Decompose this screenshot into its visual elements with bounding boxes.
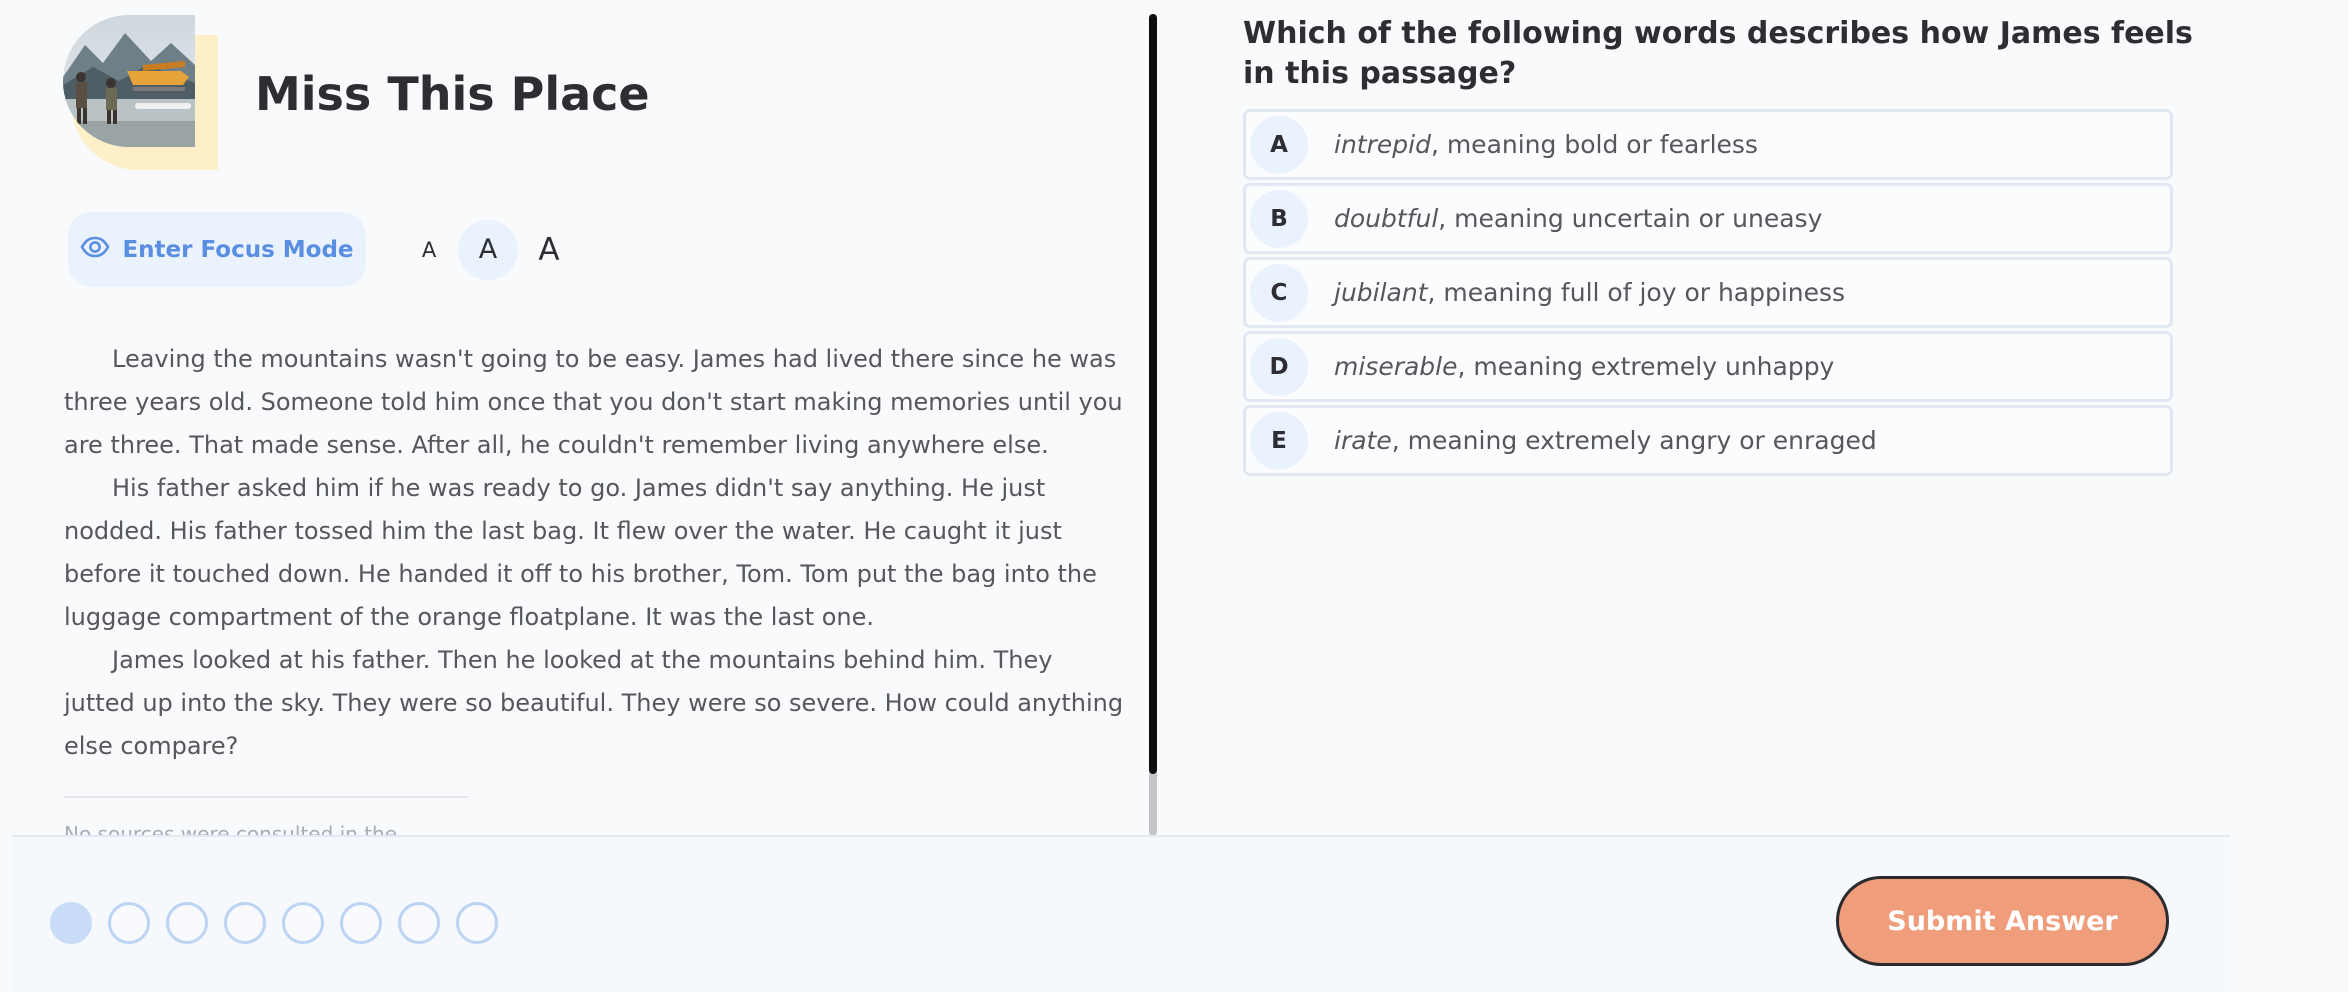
focus-mode-button[interactable]: Enter Focus Mode — [68, 212, 366, 287]
passage-text: Leaving the mountains wasn't going to be… — [64, 338, 1124, 768]
option-meaning: , meaning extremely unhappy — [1457, 352, 1835, 381]
font-size-selector: A A A — [406, 219, 574, 280]
answer-option-c[interactable]: C jubilant, meaning full of joy or happi… — [1243, 257, 2173, 328]
option-text: irate, meaning extremely angry or enrage… — [1334, 426, 1877, 455]
option-word: irate — [1334, 426, 1392, 455]
option-word: jubilant — [1334, 278, 1428, 307]
story-thumbnail — [63, 15, 218, 170]
source-note: No sources were consulted in the — [64, 822, 398, 835]
answer-option-e[interactable]: E irate, meaning extremely angry or enra… — [1243, 405, 2173, 476]
option-text: miserable, meaning extremely unhappy — [1334, 352, 1834, 381]
option-meaning: , meaning uncertain or uneasy — [1438, 204, 1823, 233]
font-size-large-button[interactable]: A — [524, 220, 574, 280]
progress-dot[interactable] — [340, 902, 382, 944]
option-word: doubtful — [1334, 204, 1439, 233]
answer-options: A intrepid, meaning bold or fearless B d… — [1243, 109, 2173, 479]
question-footer: Submit Answer — [12, 835, 2230, 992]
option-word: miserable — [1334, 352, 1458, 381]
story-header: Miss This Place — [63, 15, 963, 170]
answer-option-b[interactable]: B doubtful, meaning uncertain or uneasy — [1243, 183, 2173, 254]
font-size-medium-button[interactable]: A — [458, 219, 518, 280]
option-text: doubtful, meaning uncertain or uneasy — [1334, 204, 1822, 233]
passage-paragraph: James looked at his father. Then he look… — [64, 646, 1124, 760]
option-letter: D — [1250, 337, 1308, 396]
reading-toolbar: Enter Focus Mode A A A — [68, 212, 574, 287]
source-divider — [64, 796, 468, 798]
option-meaning: , meaning bold or fearless — [1430, 130, 1758, 159]
answer-option-a[interactable]: A intrepid, meaning bold or fearless — [1243, 109, 2173, 180]
passage-paragraph: His father asked him if he was ready to … — [64, 474, 1097, 631]
option-meaning: , meaning extremely angry or enraged — [1391, 426, 1877, 455]
progress-dot[interactable] — [456, 902, 498, 944]
option-letter: C — [1250, 263, 1308, 322]
passage-paragraph: Leaving the mountains wasn't going to be… — [64, 345, 1123, 459]
progress-dot[interactable] — [166, 902, 208, 944]
passage-scrollbar[interactable] — [1149, 14, 1157, 836]
question-text: Which of the following words describes h… — [1243, 16, 2193, 91]
progress-dot[interactable] — [108, 902, 150, 944]
font-size-small-button[interactable]: A — [406, 220, 452, 280]
option-letter: E — [1250, 411, 1308, 470]
progress-dot[interactable] — [224, 902, 266, 944]
scrollbar-thumb[interactable] — [1149, 14, 1157, 774]
progress-dot[interactable] — [282, 902, 324, 944]
option-word: intrepid — [1334, 130, 1431, 159]
option-text: intrepid, meaning bold or fearless — [1334, 130, 1758, 159]
option-meaning: , meaning full of joy or happiness — [1427, 278, 1846, 307]
option-letter: A — [1250, 115, 1308, 174]
submit-answer-button[interactable]: Submit Answer — [1836, 876, 2169, 966]
eye-icon — [80, 236, 110, 264]
progress-dot-current[interactable] — [50, 902, 92, 944]
progress-dot[interactable] — [398, 902, 440, 944]
option-text: jubilant, meaning full of joy or happine… — [1334, 278, 1845, 307]
option-letter: B — [1250, 189, 1308, 248]
focus-mode-label: Enter Focus Mode — [122, 236, 354, 263]
question-progress — [50, 902, 498, 944]
story-title: Miss This Place — [255, 67, 650, 121]
answer-option-d[interactable]: D miserable, meaning extremely unhappy — [1243, 331, 2173, 402]
passage-panel: Miss This Place Enter Focus Mode A A A L… — [0, 0, 1150, 835]
floatplane-photo — [63, 15, 195, 147]
